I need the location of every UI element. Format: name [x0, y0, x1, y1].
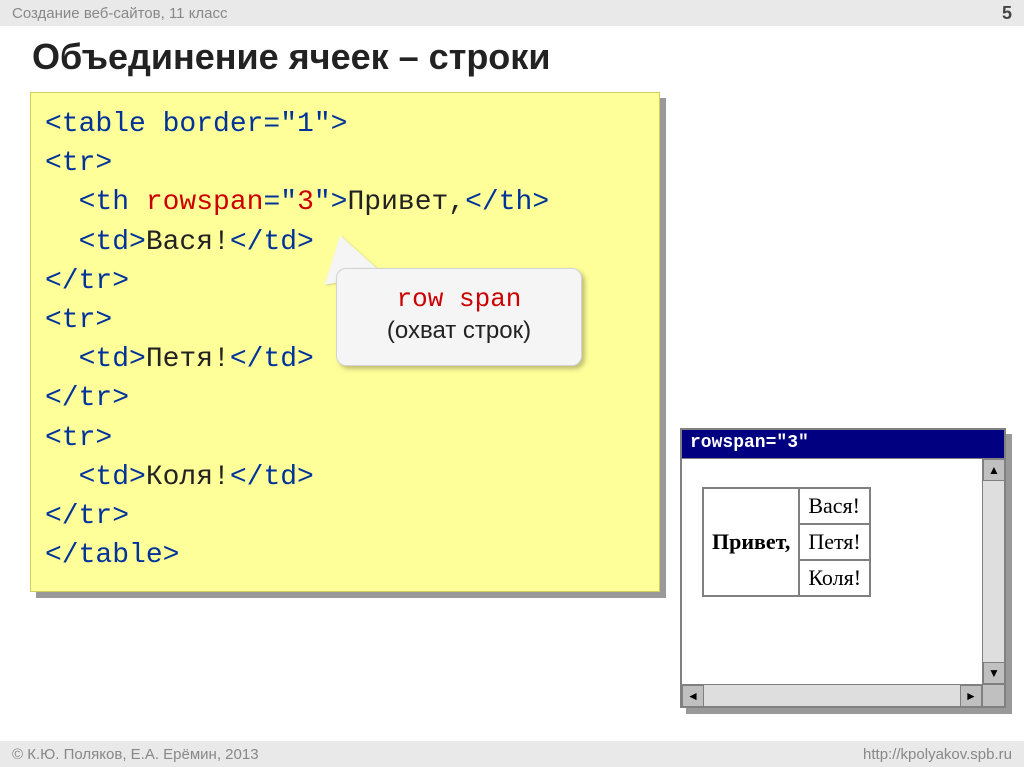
code-line: </tr>	[45, 383, 129, 414]
code-line: </tr>	[45, 501, 129, 532]
code-text: Коля!	[146, 462, 230, 493]
code-line: <td>	[45, 462, 146, 493]
code-line: ">	[314, 187, 348, 218]
scrollbar-horizontal[interactable]: ◄ ►	[682, 684, 982, 706]
code-line: <th	[45, 187, 146, 218]
callout-bubble: row span (охват строк)	[336, 268, 582, 366]
code-attr: 3	[297, 187, 314, 218]
table-cell: Петя!	[799, 524, 870, 560]
callout-line1: row span	[337, 283, 581, 316]
scroll-corner	[982, 684, 1004, 706]
result-titlebar: rowspan="3"	[682, 430, 1004, 458]
code-text: Привет,	[347, 187, 465, 218]
code-line: <tr>	[45, 305, 112, 336]
code-line: <tr>	[45, 148, 112, 179]
scroll-right-icon[interactable]: ►	[960, 685, 982, 707]
code-line: </td>	[230, 227, 314, 258]
code-line: <table border="1">	[45, 109, 347, 140]
code-line: </td>	[230, 344, 314, 375]
table-row: Привет, Вася!	[703, 488, 870, 524]
scrollbar-vertical[interactable]: ▲ ▼	[982, 459, 1004, 706]
code-line: ="	[263, 187, 297, 218]
code-text: Петя!	[146, 344, 230, 375]
code-line: </td>	[230, 462, 314, 493]
slide-title: Объединение ячеек – строки	[32, 36, 550, 78]
callout-line2: (охват строк)	[337, 316, 581, 346]
table-cell: Коля!	[799, 560, 870, 596]
scroll-left-icon[interactable]: ◄	[682, 685, 704, 707]
result-table: Привет, Вася! Петя! Коля!	[702, 487, 871, 597]
code-attr: rowspan	[146, 187, 264, 218]
scroll-up-icon[interactable]: ▲	[983, 459, 1005, 481]
code-line: <td>	[45, 227, 146, 258]
result-window: rowspan="3" Привет, Вася! Петя! Коля! ▲ …	[680, 428, 1006, 708]
scroll-down-icon[interactable]: ▼	[983, 662, 1005, 684]
code-line: </th>	[465, 187, 549, 218]
footer-url: http://kpolyakov.spb.ru	[863, 746, 1012, 763]
slide-header: Создание веб-сайтов, 11 класс 5	[0, 0, 1024, 26]
page-number: 5	[1002, 3, 1012, 24]
code-line: </tr>	[45, 266, 129, 297]
code-line: </table>	[45, 540, 179, 571]
course-label: Создание веб-сайтов, 11 класс	[12, 5, 228, 22]
table-cell: Вася!	[799, 488, 870, 524]
code-text: Вася!	[146, 227, 230, 258]
code-line: <tr>	[45, 423, 112, 454]
code-line: <td>	[45, 344, 146, 375]
copyright-label: © К.Ю. Поляков, Е.А. Ерёмин, 2013	[12, 746, 259, 763]
slide-footer: © К.Ю. Поляков, Е.А. Ерёмин, 2013 http:/…	[0, 741, 1024, 767]
result-client: Привет, Вася! Петя! Коля! ▲ ▼ ◄ ►	[682, 458, 1004, 706]
table-header-cell: Привет,	[703, 488, 799, 596]
